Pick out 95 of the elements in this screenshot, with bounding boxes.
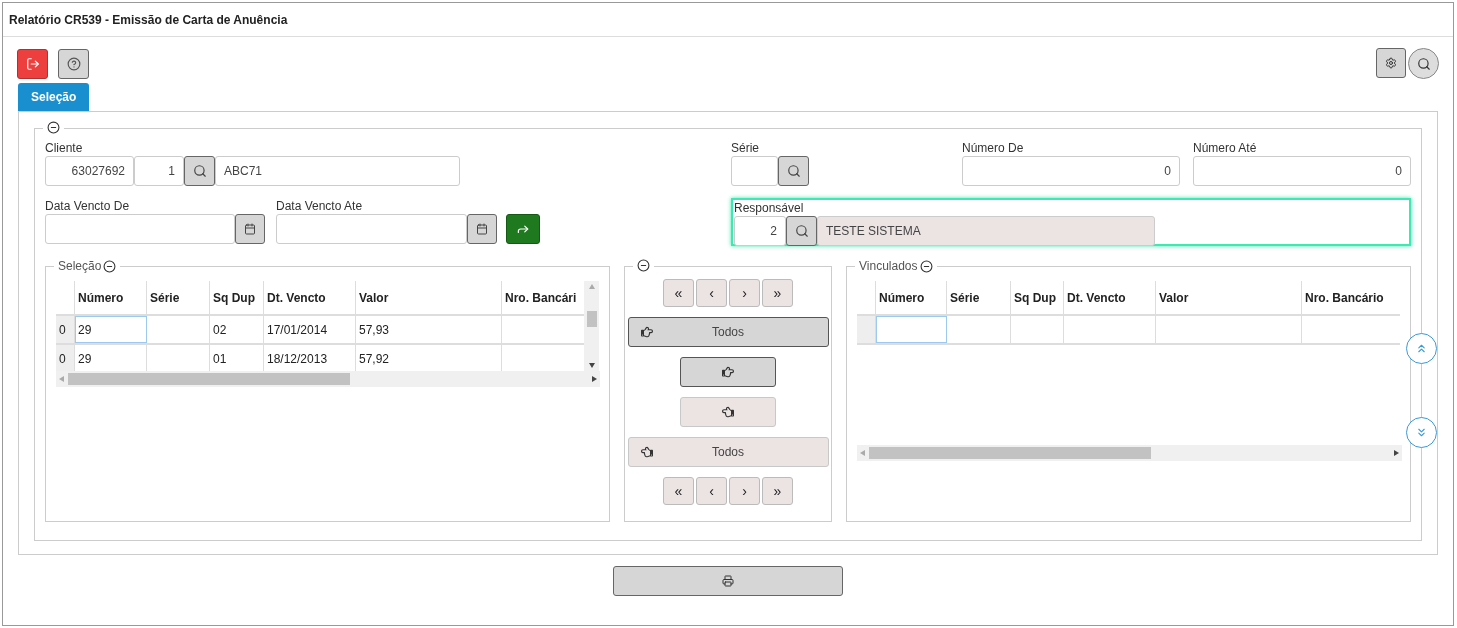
scroll-up-button[interactable]: [1406, 333, 1437, 364]
number-from-field[interactable]: 0: [962, 156, 1180, 186]
scrollbar-thumb[interactable]: [869, 447, 1152, 459]
column-header[interactable]: Nro. Bancário: [1302, 281, 1400, 314]
table-cell[interactable]: 17/01/2014: [264, 316, 356, 343]
section-title: Seleção: [58, 259, 102, 273]
pager-button[interactable]: »: [762, 279, 793, 307]
responsavel-name-field[interactable]: TESTE SISTEMA: [817, 216, 1155, 246]
search-icon: [786, 164, 801, 178]
transfer-button[interactable]: [680, 357, 776, 387]
pointing-hand-icon: [640, 446, 653, 458]
pager-button[interactable]: »: [762, 477, 793, 505]
calendar-icon: [244, 223, 256, 235]
client-seq-field[interactable]: 1: [134, 156, 184, 186]
field-label: Data Vencto De: [45, 198, 130, 214]
collapse-icon[interactable]: [637, 259, 650, 272]
column-header[interactable]: Sq Dup: [210, 281, 264, 314]
up-triangle-icon[interactable]: [588, 284, 595, 289]
field-label: Número De: [962, 140, 1024, 156]
column-header[interactable]: Série: [147, 281, 210, 314]
exit-icon: [25, 56, 40, 71]
search-button[interactable]: [786, 216, 817, 246]
number-to-field[interactable]: 0: [1193, 156, 1411, 186]
search-button[interactable]: [1408, 48, 1439, 79]
apply-button[interactable]: [506, 214, 540, 244]
settings-button[interactable]: [1376, 48, 1406, 78]
client-name-field[interactable]: ABC71: [215, 156, 460, 186]
pager-button[interactable]: ‹: [696, 477, 727, 505]
column-header[interactable]: Sq Dup: [1011, 281, 1064, 314]
transfer-button[interactable]: Todos: [627, 317, 829, 347]
down-triangle-icon[interactable]: [588, 363, 595, 368]
scrollbar-thumb[interactable]: [586, 311, 597, 327]
client-code-field[interactable]: 63027692: [45, 156, 134, 186]
search-icon: [794, 224, 809, 238]
settings-icon: [1385, 57, 1397, 69]
table-cell[interactable]: 02: [210, 316, 264, 343]
row-header-cell: 0: [56, 316, 75, 343]
scrollbar-thumb[interactable]: [68, 373, 350, 385]
column-header[interactable]: Número: [75, 281, 147, 314]
column-header[interactable]: Série: [947, 281, 1011, 314]
calendar-button[interactable]: [235, 214, 265, 244]
search-button[interactable]: [184, 156, 215, 186]
calendar-button[interactable]: [467, 214, 497, 244]
column-header[interactable]: Dt. Vencto: [1064, 281, 1156, 314]
collapse-icon[interactable]: [919, 259, 933, 273]
collapse-icon[interactable]: [47, 121, 60, 134]
field-label: Responsável: [734, 200, 804, 216]
table-cell[interactable]: 57,93: [356, 316, 502, 343]
responsavel-code-field[interactable]: 2: [734, 216, 786, 246]
field-label: Série: [731, 140, 759, 156]
right-triangle-icon[interactable]: [592, 376, 597, 382]
row-header-cell: 0: [56, 345, 75, 371]
pager-button[interactable]: ›: [729, 279, 760, 307]
forward-arrow-icon: [516, 222, 530, 236]
exit-button[interactable]: [17, 48, 48, 79]
collapse-icon[interactable]: [103, 259, 117, 273]
column-header[interactable]: Dt. Vencto: [264, 281, 356, 314]
vertical-scrollbar[interactable]: [584, 281, 599, 371]
left-triangle-icon[interactable]: [59, 376, 64, 382]
column-header[interactable]: Valor: [356, 281, 502, 314]
pager-button[interactable]: «: [663, 477, 694, 505]
column-header[interactable]: Valor: [1156, 281, 1302, 314]
horizontal-scrollbar[interactable]: [857, 445, 1402, 461]
field-label: Data Vencto Ate: [276, 198, 363, 214]
window-title: Relatório CR539 - Emissão de Carta de Anuência: [9, 11, 288, 29]
pointing-hand-icon: [722, 406, 734, 418]
printer-icon: [722, 575, 734, 587]
search-button[interactable]: [778, 156, 809, 186]
date-to-field[interactable]: [276, 214, 467, 244]
date-from-field[interactable]: [45, 214, 235, 244]
pointing-hand-icon: [640, 326, 653, 338]
scroll-down-button[interactable]: [1406, 417, 1437, 448]
right-triangle-icon[interactable]: [1394, 450, 1399, 456]
pager-button[interactable]: ‹: [696, 279, 727, 307]
serie-field[interactable]: [731, 156, 778, 186]
double-chevron-up-icon: [1415, 342, 1428, 355]
print-button[interactable]: [613, 566, 843, 596]
left-triangle-icon[interactable]: [860, 450, 865, 456]
table-cell[interactable]: [876, 316, 947, 343]
double-chevron-down-icon: [1415, 426, 1428, 439]
pointing-hand-icon: [722, 366, 734, 378]
section-title: Vinculados: [859, 259, 918, 273]
pager-button[interactable]: ›: [729, 477, 760, 505]
calendar-icon: [476, 223, 488, 235]
help-icon: [66, 56, 81, 71]
column-header[interactable]: Número: [876, 281, 947, 314]
search-icon: [1416, 56, 1431, 71]
tab[interactable]: Seleção: [18, 83, 90, 111]
table-cell[interactable]: 29: [75, 316, 147, 343]
field-label: Número Até: [1193, 140, 1257, 156]
field-label: Cliente: [45, 140, 83, 156]
horizontal-scrollbar[interactable]: [56, 371, 600, 387]
help-button[interactable]: [58, 48, 89, 79]
pager-button[interactable]: «: [663, 279, 694, 307]
search-icon: [192, 164, 207, 178]
